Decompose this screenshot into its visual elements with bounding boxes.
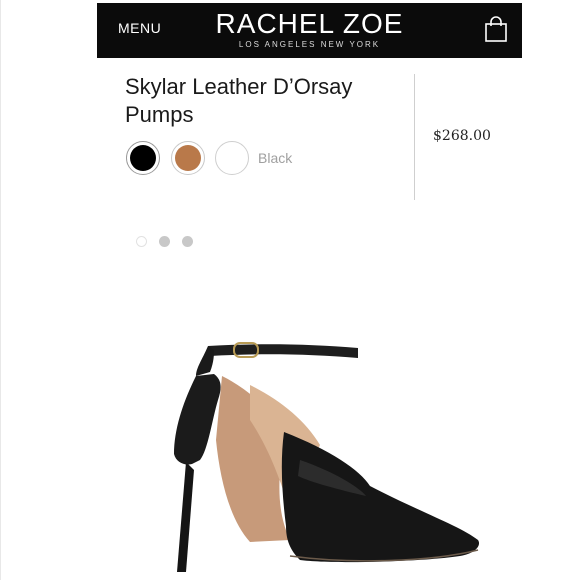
info-divider [414, 74, 415, 200]
carousel-dot-3[interactable] [182, 236, 193, 247]
color-swatch-black[interactable] [126, 141, 160, 175]
site-header: MENU RACHEL ZOE LOS ANGELES NEW YORK [97, 3, 522, 58]
selected-color-label: Black [258, 150, 293, 166]
product-page: MENU RACHEL ZOE LOS ANGELES NEW YORK Sky… [0, 0, 580, 580]
color-swatch-fill [130, 145, 156, 171]
color-swatch-white[interactable] [215, 141, 249, 175]
color-swatch-fill [175, 145, 201, 171]
page-border [0, 0, 1, 580]
carousel-dot-1[interactable] [136, 236, 147, 247]
color-swatch-cognac[interactable] [171, 141, 205, 175]
color-swatch-fill [219, 145, 245, 171]
brand-tagline: LOS ANGELES NEW YORK [238, 40, 381, 49]
product-image[interactable] [130, 250, 510, 580]
product-price: $268.00 [433, 128, 491, 144]
carousel-dot-2[interactable] [159, 236, 170, 247]
brand-logo[interactable]: RACHEL ZOE [97, 8, 522, 40]
shopping-bag-icon[interactable] [485, 16, 507, 42]
product-title: Skylar Leather D’Orsay Pumps [125, 74, 353, 127]
